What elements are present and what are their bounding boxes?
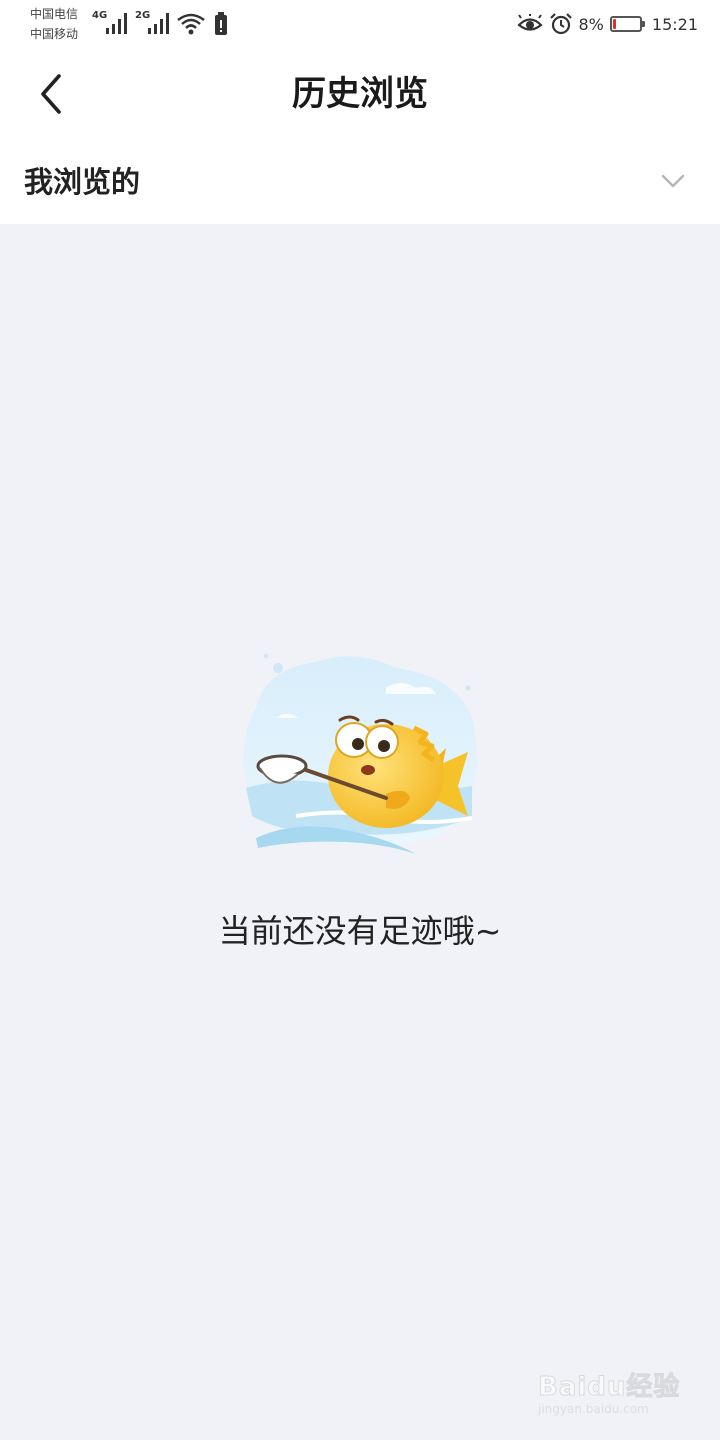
eye-comfort-icon [516,14,543,31]
watermark-brand: Baidu经验 [537,1372,681,1403]
filter-label: 我浏览的 [24,165,141,199]
empty-state-message: 当前还没有足迹哦~ [218,912,502,950]
carrier-info: 中国电信 中国移动 [30,4,78,44]
filter-dropdown[interactable]: 我浏览的 [0,140,720,224]
page-title: 历史浏览 [292,74,428,114]
battery-level [612,19,616,29]
signal-icon [106,13,127,34]
battery-percent: 8% [578,14,604,34]
signal-icon-2 [148,13,169,34]
chevron-down-icon [661,174,685,188]
carrier-1: 中国电信 [30,7,79,21]
alarm-icon [549,13,572,35]
status-right: 8% 15:21 [516,8,698,40]
top-panel: 中国电信 中国移动 4G 2G 8% 15:21 历史浏览 我浏览的 [0,0,720,224]
battery-icon [609,16,645,32]
sim-battery-icon [215,12,227,35]
status-bar: 中国电信 中国移动 4G 2G 8% 15:21 [0,0,720,48]
clock: 15:21 [651,14,698,34]
wifi-icon [177,13,205,35]
watermark-url: jingyan.baidu.com [538,1402,649,1416]
baidu-jingyan-watermark: Baidu经验 jingyan.baidu.com [534,1362,684,1424]
carrier-2: 中国移动 [30,27,79,41]
empty-fish-illustration [243,653,477,854]
